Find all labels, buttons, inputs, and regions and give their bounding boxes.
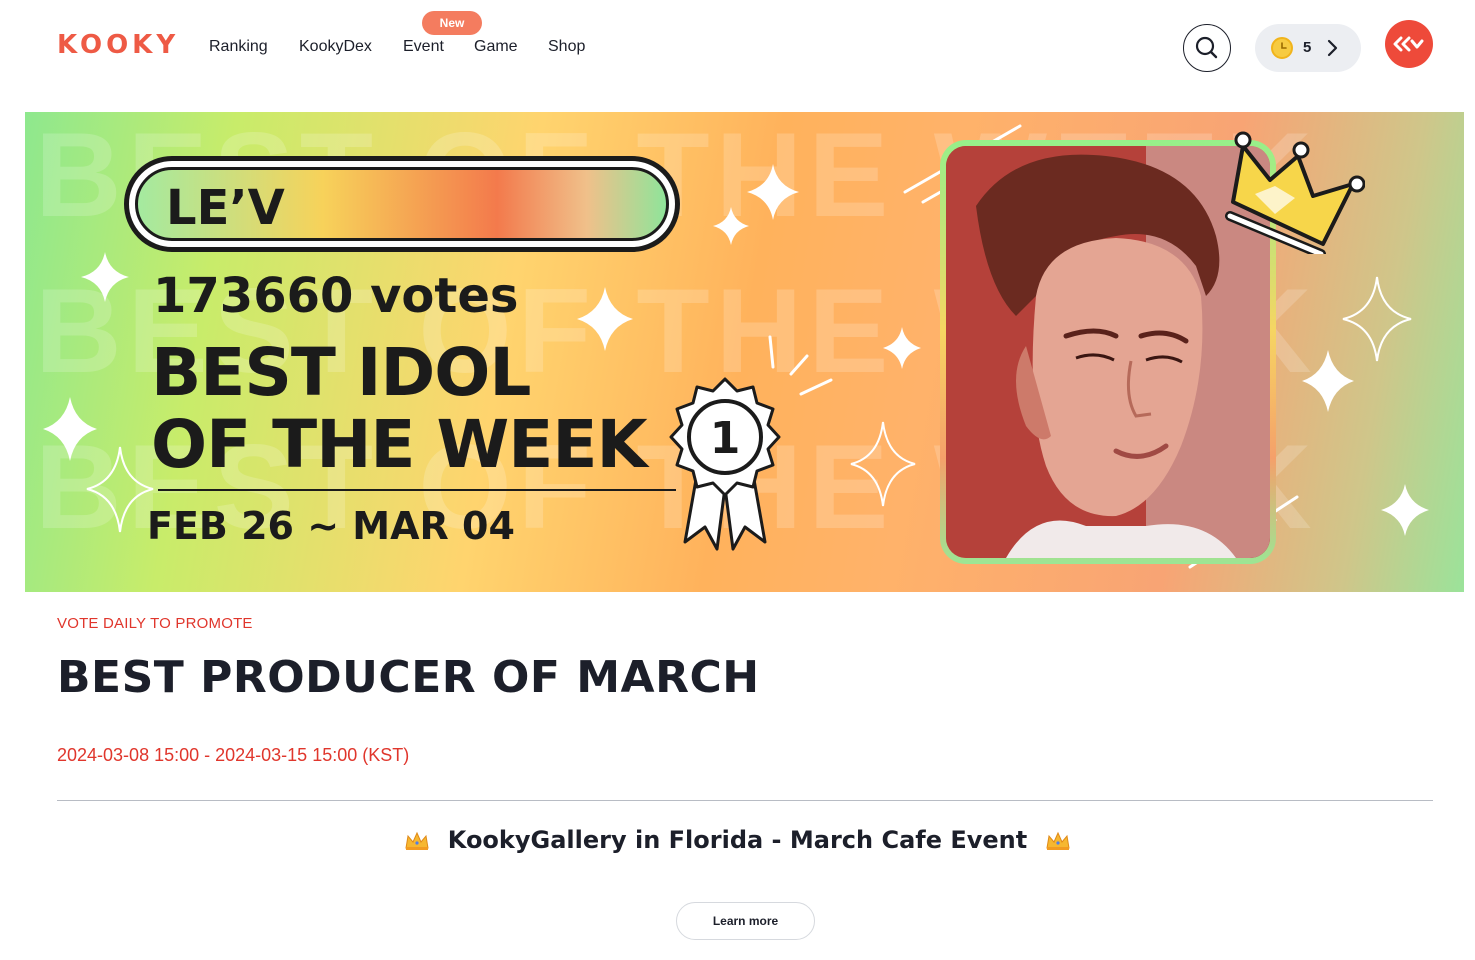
rank-ribbon-icon: 1 bbox=[669, 377, 781, 551]
event-announcement: KookyGallery in Florida - March Cafe Eve… bbox=[0, 826, 1475, 854]
page-title: BEST PRODUCER OF MARCH bbox=[57, 652, 760, 703]
vote-kicker: VOTE DAILY TO PROMOTE bbox=[57, 615, 253, 632]
crown-icon bbox=[405, 831, 429, 850]
headline-line1: BEST IDOL bbox=[151, 334, 531, 411]
new-badge: New bbox=[422, 11, 482, 35]
nav-ranking[interactable]: Ranking bbox=[209, 38, 268, 56]
search-icon bbox=[1195, 36, 1217, 58]
chevron-right-icon bbox=[1327, 39, 1338, 57]
vote-count: 173660 votes bbox=[153, 268, 519, 324]
coin-balance-button[interactable]: 5 bbox=[1255, 24, 1361, 72]
rank-number: 1 bbox=[710, 413, 741, 464]
nav-game[interactable]: Game bbox=[474, 38, 518, 56]
idol-name-pill: LE’V bbox=[124, 156, 680, 252]
coin-count: 5 bbox=[1303, 39, 1312, 56]
avatar[interactable] bbox=[1385, 20, 1433, 68]
idol-name: LE’V bbox=[166, 180, 285, 236]
crown-banner-icon bbox=[1225, 131, 1365, 254]
search-button[interactable] bbox=[1183, 24, 1231, 72]
vote-period: 2024-03-08 15:00 - 2024-03-15 15:00 (KST… bbox=[57, 745, 410, 765]
nav-shop[interactable]: Shop bbox=[548, 38, 585, 56]
headline-line2: OF THE WEEK bbox=[151, 406, 648, 483]
coin-icon bbox=[1271, 37, 1293, 59]
headline-divider bbox=[158, 489, 676, 491]
best-idol-banner[interactable]: BEST OF THE WEEK BEST OF THE WEEK BEST O… bbox=[25, 112, 1464, 592]
crown-icon bbox=[1046, 831, 1070, 850]
banner-date-range: FEB 26 ~ MAR 04 bbox=[147, 504, 515, 548]
event-title: KookyGallery in Florida - March Cafe Eve… bbox=[447, 826, 1028, 854]
nav-event[interactable]: Event bbox=[403, 38, 444, 56]
section-divider bbox=[57, 800, 1433, 801]
kooky-logo[interactable]: KOOKY bbox=[57, 30, 179, 60]
top-header: KOOKY Ranking KookyDex Event Game Shop N… bbox=[0, 0, 1475, 96]
nav-kookydex[interactable]: KookyDex bbox=[299, 38, 372, 56]
learn-more-button[interactable]: Learn more bbox=[676, 902, 815, 940]
avatar-logo-icon bbox=[1393, 36, 1424, 52]
